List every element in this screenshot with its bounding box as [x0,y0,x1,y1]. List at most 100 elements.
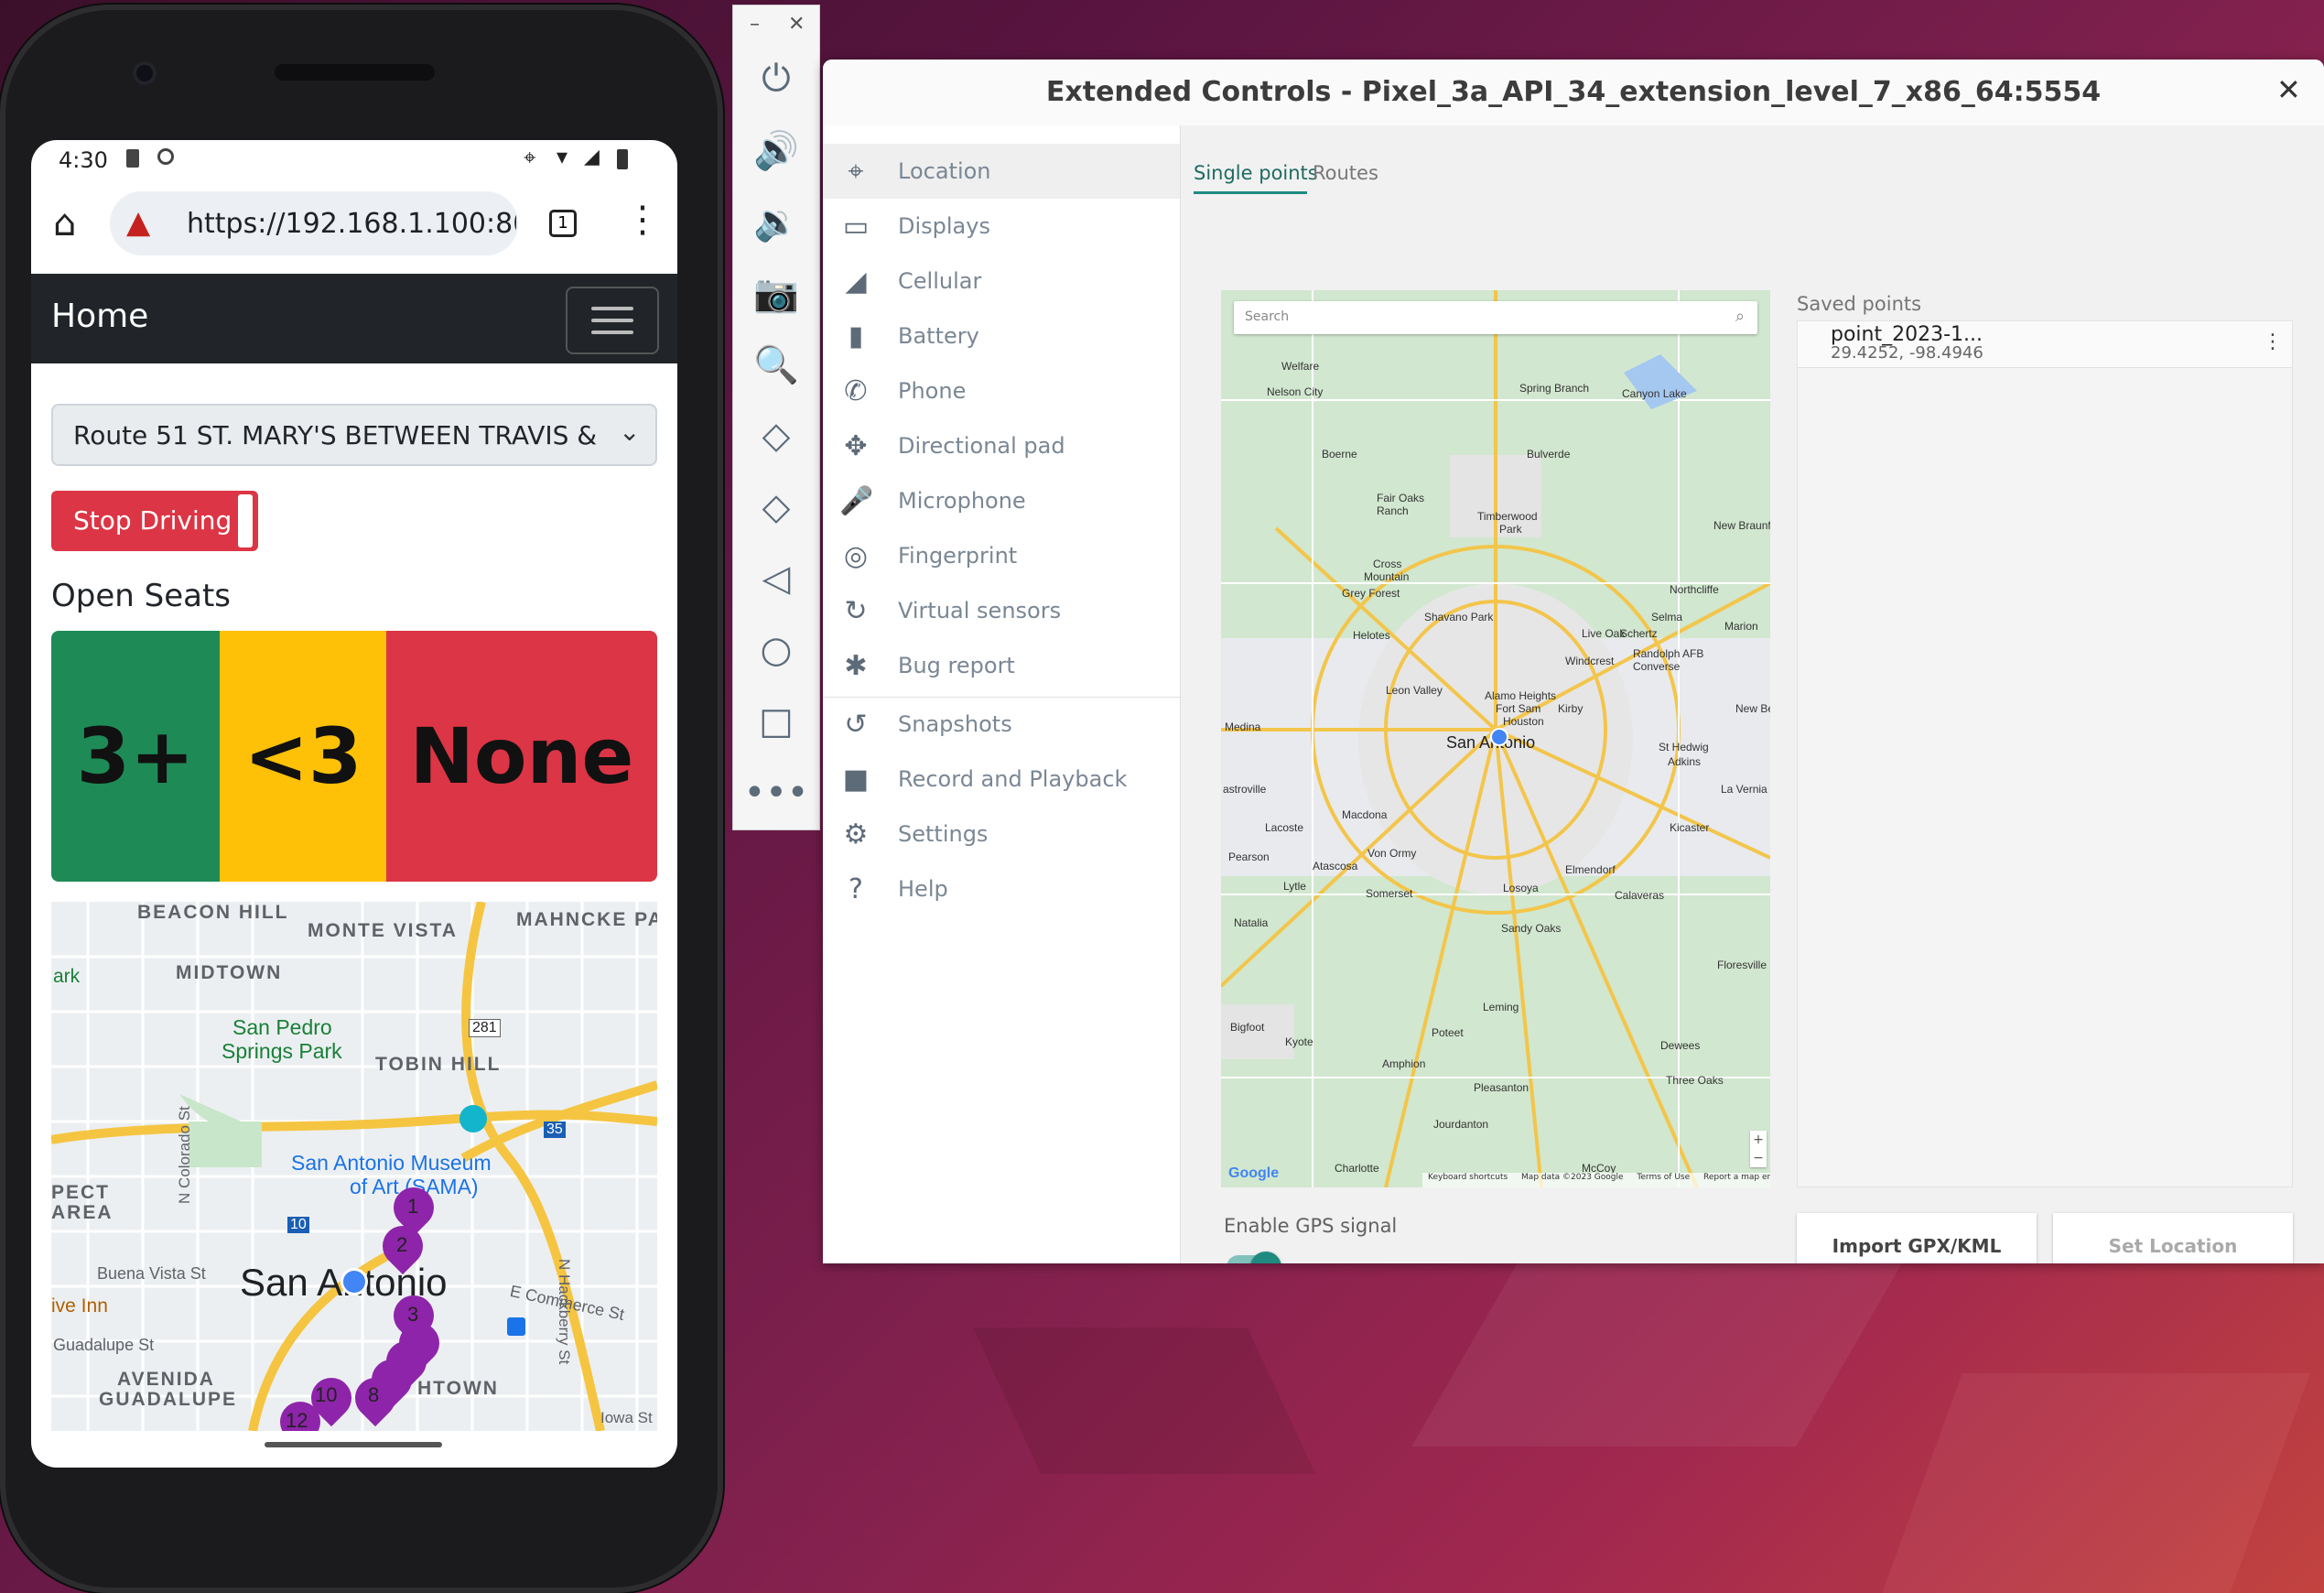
route-map[interactable]: BEACON HILL MONTE VISTA MAHNCKE PA ark M… [51,902,657,1431]
nav-location[interactable]: ⌖ Location [823,144,1180,199]
nav-fingerprint[interactable]: ◎ Fingerprint [823,528,1180,583]
search-icon: ⌕ [1735,307,1746,326]
current-location-dot [340,1268,368,1295]
fingerprint-icon: ◎ [843,539,869,572]
overflow-menu-icon[interactable]: ⋮ [624,199,661,241]
transit-icon [507,1317,525,1336]
map-label: Macdona [1342,808,1388,821]
report-error-link[interactable]: Report a map error [1703,1173,1770,1182]
nav-label: Cellular [898,268,982,294]
navbar-brand[interactable]: Home [51,298,148,335]
map-label: Medina [1225,721,1261,733]
nav-phone[interactable]: ✆ Phone [823,363,1180,418]
tab-switcher-button[interactable]: 1 [549,210,577,237]
zoom-icon[interactable]: 🔍 [733,337,819,392]
map-label: ark [53,966,81,987]
volume-up-icon[interactable]: 🔊 [733,123,819,178]
set-location-button[interactable]: Set Location [2053,1213,2293,1263]
nav-help[interactable]: ? Help [823,862,1180,916]
nav-battery[interactable]: ▮ Battery [823,309,1180,363]
nav-bug-report[interactable]: ✱ Bug report [823,638,1180,693]
map-label: Shavano Park [1424,611,1494,623]
gps-toggle-knob[interactable] [1250,1252,1281,1263]
keyboard-shortcuts-link[interactable]: Keyboard shortcuts [1428,1173,1508,1182]
map-label: Losoya [1503,882,1539,894]
route-select[interactable]: Route 51 ST. MARY'S BETWEEN TRAVIS & HC … [51,404,657,466]
terms-link[interactable]: Terms of Use [1637,1173,1690,1182]
map-label: Atascosa [1313,860,1358,872]
nav-snapshots[interactable]: ↺ Snapshots [823,697,1180,752]
chevron-down-icon: ⌄ [619,417,641,447]
seats-less-than-3-button[interactable]: <3 [220,631,386,882]
map-label: Ranch [1377,504,1409,517]
saved-point-row[interactable]: point_2023-1... 29.4252, -98.4946 ⋮ [1798,321,2292,368]
overflow-menu-icon[interactable]: ⋮ [2263,331,2283,353]
rotate-left-icon[interactable]: ◇ [733,408,819,463]
map-label: New Be [1735,702,1770,715]
map-label: Floresville [1717,959,1767,971]
nav-settings[interactable]: ⚙ Settings [823,807,1180,862]
back-icon[interactable]: ◁ [733,551,819,606]
dpad-icon: ✥ [844,429,868,462]
bug-icon: ✱ [844,649,868,682]
nav-label: Fingerprint [898,543,1018,569]
seats-none-button[interactable]: None [386,631,657,882]
zoom-control[interactable]: + − [1750,1131,1767,1167]
stop-driving-toggle[interactable]: Stop Driving [51,491,258,551]
map-label: Live Oak [1582,627,1626,640]
nav-label: Location [898,158,991,184]
nav-cellular[interactable]: ◢ Cellular [823,254,1180,309]
nav-record-playback[interactable]: ■ Record and Playback [823,752,1180,807]
microphone-icon: 🎤 [839,484,874,517]
nav-microphone[interactable]: 🎤 Microphone [823,473,1180,528]
map-label: MIDTOWN [176,962,283,983]
close-icon[interactable]: ✕ [2276,72,2301,107]
nav-directional-pad[interactable]: ✥ Directional pad [823,418,1180,473]
map-label: Guadalupe St [53,1336,155,1354]
camera-icon[interactable]: 📷 [733,266,819,320]
map-label: Buena Vista St [97,1264,206,1283]
power-icon[interactable]: ⏻ [733,51,819,106]
marker-label: 12 [286,1409,308,1431]
seats-3plus-button[interactable]: 3+ [51,631,220,882]
map-label: Randolph AFB [1633,647,1704,660]
home-icon[interactable]: ⌂ [53,202,76,244]
more-icon[interactable]: ••• [733,765,819,820]
hamburger-menu-button[interactable] [566,287,659,354]
tab-routes[interactable]: Routes [1313,162,1378,184]
map-label: Pearson [1228,851,1270,863]
import-gpx-button[interactable]: Import GPX/KML [1797,1213,2037,1263]
overview-icon[interactable]: □ [733,694,819,749]
map-label: Boerne [1322,448,1357,461]
map-label: Canyon Lake [1622,387,1687,400]
map-label: Somerset [1366,887,1413,900]
map-label: Bulverde [1527,448,1571,461]
google-logo: Google [1228,1165,1280,1181]
nav-displays[interactable]: ▭ Displays [823,199,1180,254]
marker-label: 2 [396,1233,408,1256]
nav-label: Microphone [898,488,1026,514]
rotate-right-icon[interactable]: ◇ [733,480,819,535]
nav-virtual-sensors[interactable]: ↻ Virtual sensors [823,583,1180,638]
map-label: Lytle [1283,880,1306,893]
nav-label: Virtual sensors [898,598,1062,623]
google-map[interactable]: Search ⌕ Welfare Spring Branch Canyon La… [1221,290,1770,1187]
close-emulator-button[interactable]: ✕ [788,13,805,36]
map-label: Fair Oaks [1377,492,1425,504]
app-status-icon [157,148,174,165]
gesture-bar[interactable] [265,1442,442,1447]
minimize-button[interactable]: – [750,13,760,36]
map-data-text: Map data ©2023 Google [1521,1173,1624,1182]
map-search-input[interactable]: Search ⌕ [1234,301,1757,334]
sim-icon [126,149,139,168]
address-bar[interactable]: ▲ https://192.168.1.100:8000/l [110,191,518,255]
map-label: GUADALUPE [99,1389,238,1410]
map-label: Three Oaks [1666,1074,1724,1087]
map-label: Alamo Heights [1485,689,1557,702]
map-label: Charlotte [1335,1162,1379,1175]
tab-single-points[interactable]: Single points [1194,162,1318,184]
location-icon: ⌖ [524,145,536,170]
nav-label: Settings [898,821,989,847]
home-button-icon[interactable]: ○ [733,623,819,677]
volume-down-icon[interactable]: 🔉 [733,194,819,249]
